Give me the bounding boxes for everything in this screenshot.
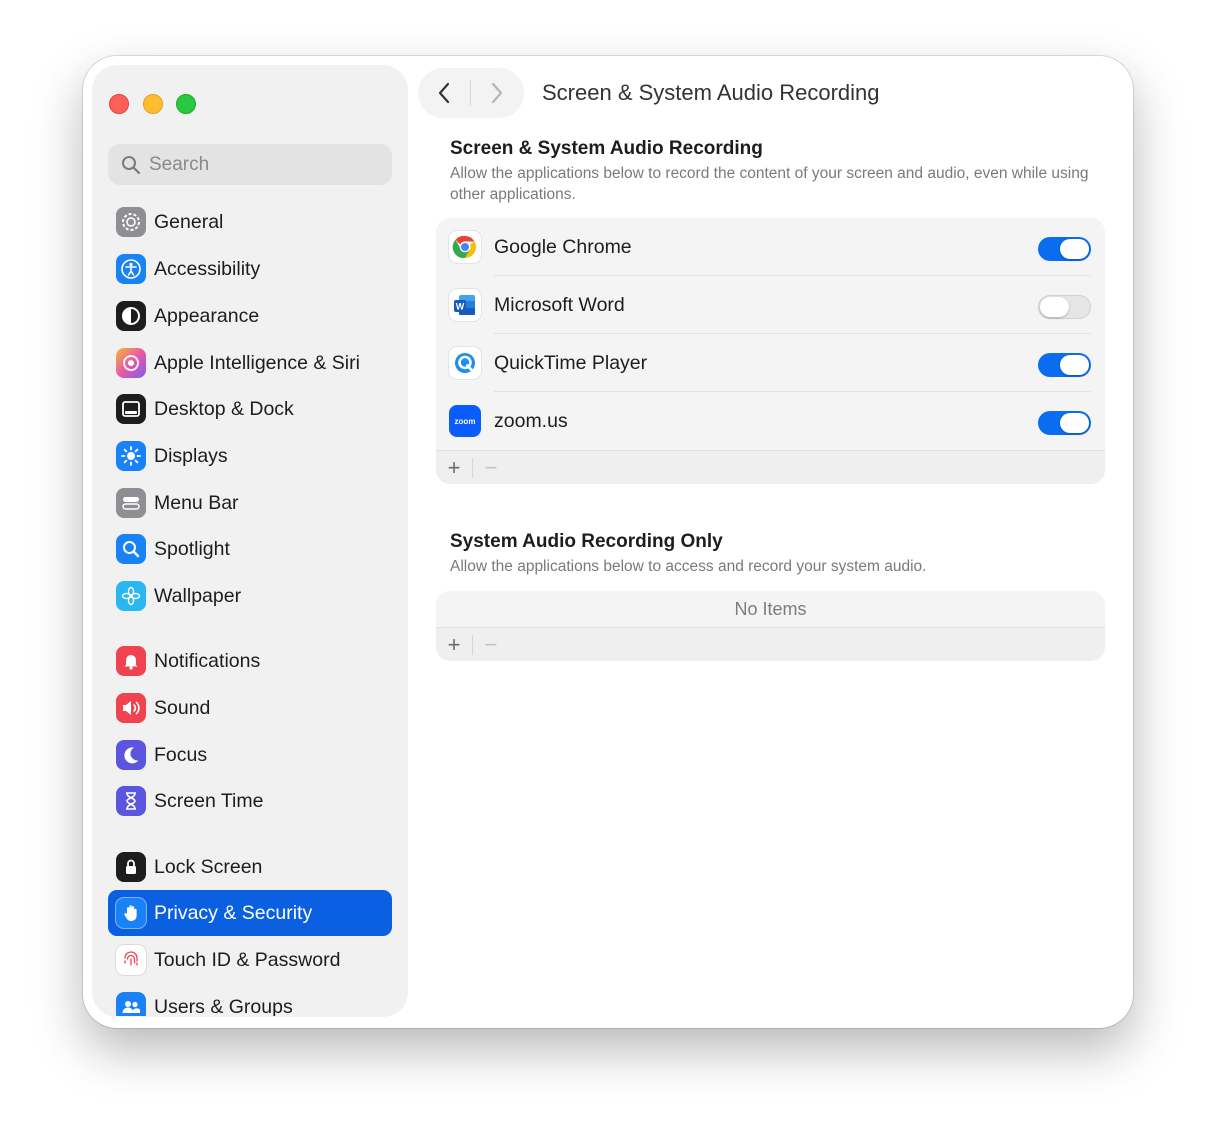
quicktime-icon	[449, 347, 481, 379]
sidebar-item-screen-time[interactable]: Screen Time	[108, 778, 392, 824]
moon-icon	[116, 740, 146, 770]
sidebar-item-general[interactable]: General	[108, 199, 392, 245]
sidebar-item-lock-screen[interactable]: Lock Screen	[108, 844, 392, 890]
accessibility-icon	[116, 254, 146, 284]
sidebar-item-label: Apple Intelligence & Siri	[154, 351, 360, 374]
svg-text:W: W	[456, 302, 465, 312]
sidebar-item-accessibility[interactable]: Accessibility	[108, 246, 392, 292]
sidebar: Search General Accessibility Appearance	[93, 66, 407, 1016]
bell-icon	[116, 646, 146, 676]
sidebar-item-label: Desktop & Dock	[154, 397, 294, 420]
sidebar-item-focus[interactable]: Focus	[108, 732, 392, 778]
sidebar-item-notifications[interactable]: Notifications	[108, 638, 392, 684]
sidebar-item-label: Wallpaper	[154, 584, 242, 607]
sidebar-item-appearance[interactable]: Appearance	[108, 293, 392, 339]
chevron-right-icon	[491, 82, 503, 104]
add-app-button[interactable]: +	[436, 628, 472, 662]
content-pane: Screen & System Audio Recording Screen &…	[407, 56, 1133, 1028]
settings-window: Search General Accessibility Appearance	[83, 56, 1133, 1028]
sidebar-item-label: Focus	[154, 743, 208, 766]
app-row-google-chrome: Google Chrome	[436, 218, 1105, 276]
dock-icon	[116, 394, 146, 424]
sidebar-item-spotlight[interactable]: Spotlight	[108, 526, 392, 572]
sidebar-item-label: Appearance	[154, 304, 260, 327]
back-button[interactable]	[418, 68, 470, 118]
chrome-icon	[449, 231, 481, 263]
app-name: QuickTime Player	[494, 351, 648, 374]
app-row-microsoft-word: W Microsoft Word	[436, 276, 1105, 334]
sidebar-item-touch-id-password[interactable]: Touch ID & Password	[108, 937, 392, 983]
sidebar-item-label: General	[154, 210, 224, 233]
app-name: Microsoft Word	[494, 293, 625, 316]
empty-list-label: No Items	[734, 598, 807, 619]
sidebar-item-sound[interactable]: Sound	[108, 685, 392, 731]
quicktime-player-toggle[interactable]	[1038, 353, 1091, 377]
app-name: zoom.us	[494, 409, 568, 432]
zoom-icon: zoom	[449, 405, 481, 437]
sidebar-item-apple-intelligence-siri[interactable]: Apple Intelligence & Siri	[108, 340, 392, 386]
sidebar-item-label: Notifications	[154, 649, 261, 672]
navigation-buttons	[418, 68, 524, 118]
sidebar-item-privacy-security[interactable]: Privacy & Security	[108, 890, 392, 936]
sidebar-item-label: Accessibility	[154, 257, 261, 280]
sidebar-item-label: Lock Screen	[154, 855, 263, 878]
speaker-icon	[116, 693, 146, 723]
sidebar-item-users-groups[interactable]: Users & Groups	[108, 984, 392, 1016]
microsoft-word-toggle[interactable]	[1038, 295, 1091, 319]
fingerprint-icon	[116, 945, 146, 975]
search-placeholder: Search	[149, 153, 210, 175]
audio-section-description: Allow the applications below to access a…	[450, 558, 927, 575]
magnifier-icon	[122, 155, 141, 174]
sidebar-item-label: Screen Time	[154, 789, 264, 812]
flower-icon	[116, 581, 146, 611]
page-title: Screen & System Audio Recording	[542, 80, 880, 105]
audio-list-controls: + −	[436, 627, 1105, 661]
remove-app-button[interactable]: −	[473, 451, 509, 485]
word-icon: W	[449, 289, 481, 321]
sidebar-item-label: Displays	[154, 444, 228, 467]
menubar-icon	[116, 488, 146, 518]
sidebar-item-wallpaper[interactable]: Wallpaper	[108, 573, 392, 619]
remove-app-button[interactable]: −	[473, 628, 509, 662]
sidebar-item-displays[interactable]: Displays	[108, 433, 392, 479]
google-chrome-toggle[interactable]	[1038, 237, 1091, 261]
audio-apps-list: No Items + −	[436, 591, 1105, 661]
audio-section-title: System Audio Recording Only	[450, 531, 723, 552]
screen-section-title: Screen & System Audio Recording	[450, 138, 763, 159]
sidebar-item-label: Users & Groups	[154, 995, 293, 1017]
app-name: Google Chrome	[494, 235, 632, 258]
siri-icon	[116, 348, 146, 378]
forward-button[interactable]	[471, 68, 523, 118]
add-app-button[interactable]: +	[436, 451, 472, 485]
hand-icon	[116, 898, 146, 928]
lock-icon	[116, 852, 146, 882]
sidebar-item-label: Sound	[154, 696, 211, 719]
screen-list-controls: + −	[436, 450, 1105, 484]
sidebar-item-label: Menu Bar	[154, 491, 239, 514]
screen-section-description: Allow the applications below to record t…	[450, 165, 1089, 203]
zoom-button[interactable]	[176, 94, 196, 114]
sidebar-item-desktop-dock[interactable]: Desktop & Dock	[108, 386, 392, 432]
screen-apps-list: Google Chrome W Microsoft Word QuickTime…	[436, 218, 1105, 484]
sidebar-item-menu-bar[interactable]: Menu Bar	[108, 480, 392, 526]
close-button[interactable]	[109, 94, 129, 114]
sidebar-item-label: Touch ID & Password	[154, 948, 341, 971]
hourglass-icon	[116, 786, 146, 816]
sun-icon	[116, 441, 146, 471]
minimize-button[interactable]	[143, 94, 163, 114]
users-icon	[116, 992, 146, 1016]
zoom-toggle[interactable]	[1038, 411, 1091, 435]
app-row-quicktime-player: QuickTime Player	[436, 334, 1105, 392]
chevron-left-icon	[438, 82, 450, 104]
magnifier-icon	[116, 534, 146, 564]
gear-icon	[116, 207, 146, 237]
sidebar-item-label: Spotlight	[154, 537, 230, 560]
search-field[interactable]: Search	[108, 144, 392, 185]
app-row-zoom: zoom zoom.us	[436, 392, 1105, 450]
sidebar-item-label: Privacy & Security	[154, 901, 313, 924]
appearance-icon	[116, 301, 146, 331]
